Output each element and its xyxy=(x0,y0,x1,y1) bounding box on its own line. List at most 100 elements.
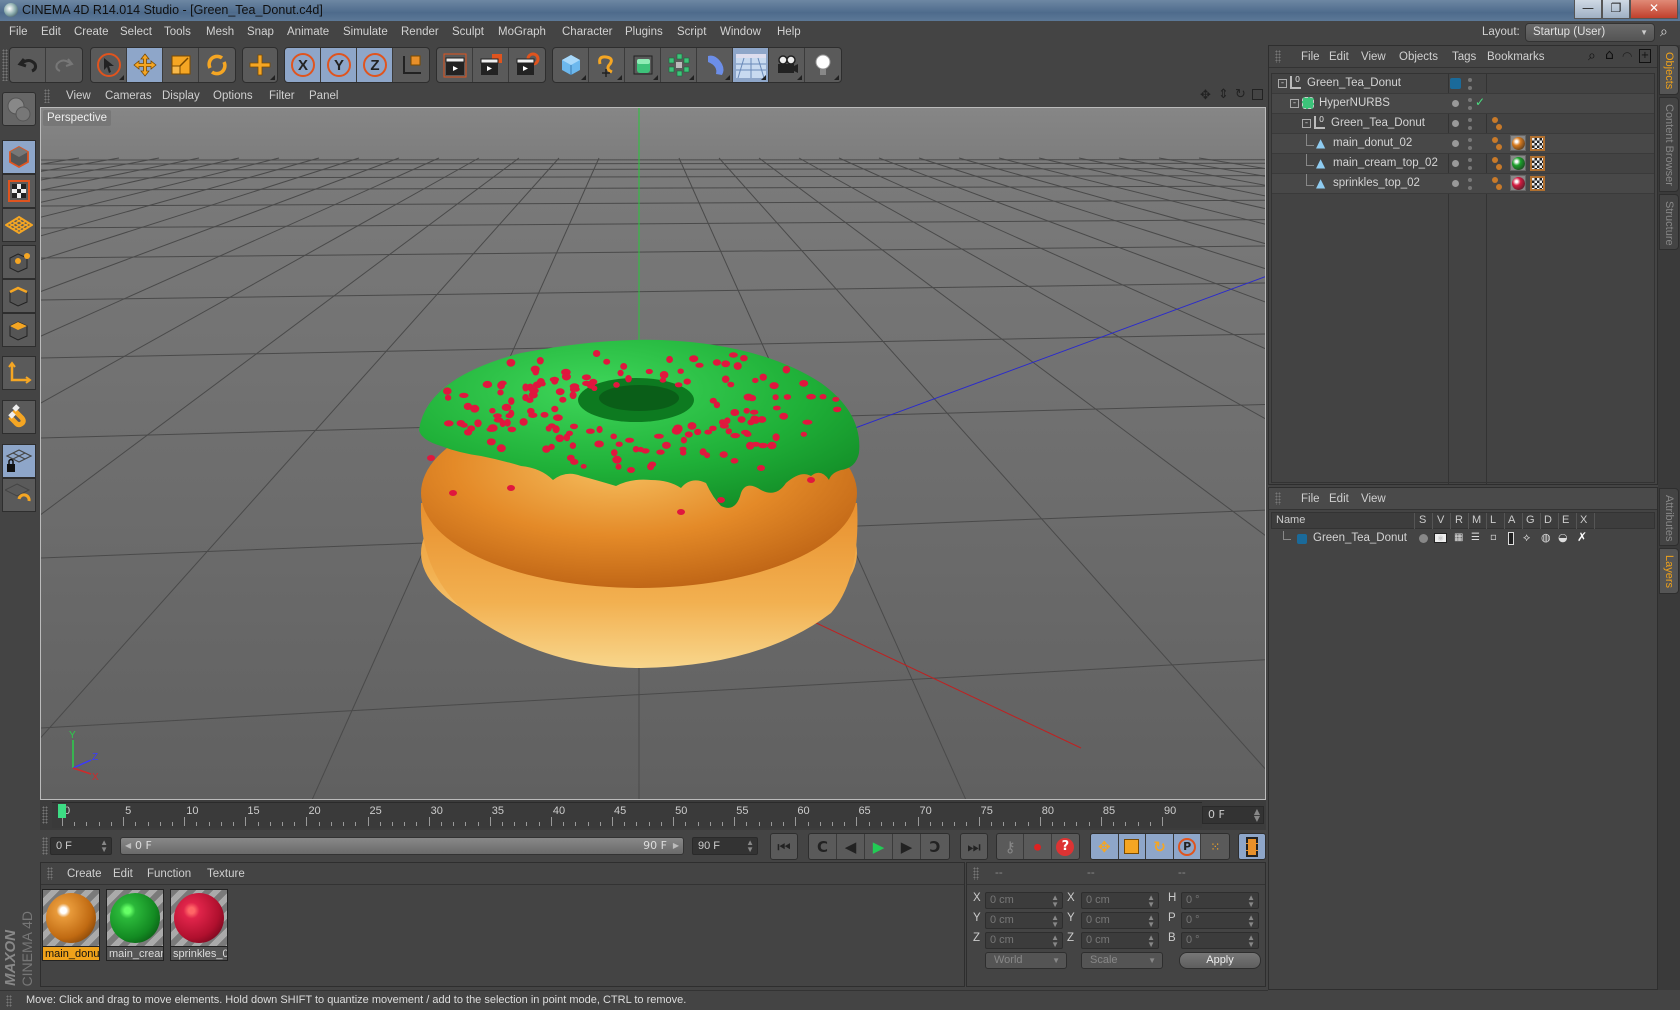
workplane-mode-button[interactable] xyxy=(2,208,36,242)
viewport-menu-cameras[interactable]: Cameras xyxy=(105,90,152,102)
lock-workplane-button[interactable] xyxy=(2,444,36,478)
tab-objects[interactable]: Objects xyxy=(1659,45,1679,95)
object-name[interactable]: main_cream_top_02 xyxy=(1333,157,1438,169)
col-solo[interactable]: S xyxy=(1419,514,1426,526)
col-generators[interactable]: G xyxy=(1526,514,1535,526)
material-menu-function[interactable]: Function xyxy=(147,868,191,880)
visibility-dot[interactable] xyxy=(1452,120,1459,127)
object-row[interactable]: - HyperNURBS ✓ xyxy=(1272,94,1654,114)
editor-visibility-dot[interactable] xyxy=(1468,98,1472,102)
generator-icon[interactable]: ⟡ xyxy=(1523,531,1530,545)
snap-button[interactable] xyxy=(2,400,36,434)
object-row[interactable]: ▲ main_cream_top_02 xyxy=(1272,154,1654,174)
play-button[interactable]: ▶ xyxy=(865,834,893,859)
z-axis-lock-button[interactable]: Z xyxy=(357,48,393,82)
move-button[interactable] xyxy=(127,48,163,82)
size-x-field[interactable]: 0 cm ▲ ▼ xyxy=(1081,892,1159,909)
next-frame-button[interactable]: ▶ xyxy=(893,834,921,859)
spinner-icon[interactable]: ▲ ▼ xyxy=(746,839,754,854)
size-mode-select[interactable]: Scale ▼ xyxy=(1081,952,1163,969)
key-rotation-button[interactable]: ↻ xyxy=(1146,834,1174,859)
lock-icon[interactable]: ▫ xyxy=(1490,532,1497,543)
go-to-end-button[interactable]: ⏭ xyxy=(961,834,987,859)
layer-color-swatch[interactable] xyxy=(1297,534,1307,544)
edges-mode-button[interactable] xyxy=(2,279,36,313)
rot-b-field[interactable]: 0 ° ▲ ▼ xyxy=(1181,932,1259,949)
object-row[interactable]: ▲ sprinkles_top_02 xyxy=(1272,174,1654,194)
viewport-menu-panel[interactable]: Panel xyxy=(309,90,338,102)
pos-z-field[interactable]: 0 cm ▲ ▼ xyxy=(985,932,1063,949)
col-expressions[interactable]: E xyxy=(1562,514,1569,526)
material-tag-icon[interactable] xyxy=(1510,175,1526,191)
search-icon[interactable]: ⌕ xyxy=(1588,48,1596,64)
playhead[interactable] xyxy=(58,804,66,818)
render-settings-button[interactable] xyxy=(509,48,545,82)
go-to-start-button[interactable]: ⏮ xyxy=(771,834,797,859)
subdivision-surface-button[interactable] xyxy=(625,48,661,82)
key-position-button[interactable]: ✥ xyxy=(1091,834,1119,859)
pos-x-field[interactable]: 0 cm ▲ ▼ xyxy=(985,892,1063,909)
toolbar-grip[interactable] xyxy=(2,49,8,81)
search-icon[interactable]: ⌕ xyxy=(1660,24,1668,40)
menu-render[interactable]: Render xyxy=(401,26,439,38)
layout-dropdown[interactable]: Startup (User) ▼ xyxy=(1525,23,1655,42)
tab-structure[interactable]: Structure xyxy=(1659,194,1679,250)
menu-script[interactable]: Script xyxy=(677,26,706,38)
coordinate-space-select[interactable]: World ▼ xyxy=(985,952,1067,969)
close-button[interactable]: ✕ xyxy=(1630,0,1678,19)
editor-visibility-dot[interactable] xyxy=(1468,158,1472,162)
object-name[interactable]: Green_Tea_Donut xyxy=(1307,77,1401,89)
layer-color-swatch[interactable] xyxy=(1450,78,1461,89)
obj-menu-view[interactable]: View xyxy=(1361,51,1386,63)
phong-tag-icon[interactable] xyxy=(1492,177,1502,191)
col-name[interactable]: Name xyxy=(1276,514,1305,526)
dolly-icon[interactable]: ⇕ xyxy=(1218,87,1229,102)
obj-menu-edit[interactable]: Edit xyxy=(1329,51,1349,63)
col-visible[interactable]: V xyxy=(1437,514,1444,526)
collapse-toggle-icon[interactable]: - xyxy=(1278,79,1287,88)
phong-tag-icon[interactable] xyxy=(1492,137,1502,151)
camera-button[interactable] xyxy=(769,48,805,82)
record-active-objects-button[interactable]: ⚷ xyxy=(997,834,1025,859)
spinner-icon[interactable]: ▲ ▼ xyxy=(1147,934,1155,949)
obj-menu-objects[interactable]: Objects xyxy=(1399,51,1438,63)
coordinate-system-button[interactable] xyxy=(393,48,429,82)
render-picture-viewer-button[interactable] xyxy=(473,48,509,82)
expression-cup-icon[interactable]: ◒ xyxy=(1558,531,1568,544)
col-manager[interactable]: M xyxy=(1472,514,1481,526)
render-visibility-dot[interactable] xyxy=(1468,86,1472,90)
spinner-icon[interactable]: ▲ ▼ xyxy=(100,839,108,854)
menu-create[interactable]: Create xyxy=(74,26,109,38)
menu-character[interactable]: Character xyxy=(562,26,613,38)
material-tag-icon[interactable] xyxy=(1510,135,1526,151)
editor-visibility-dot[interactable] xyxy=(1468,138,1472,142)
texture-tag-icon[interactable] xyxy=(1530,156,1545,171)
spinner-icon[interactable]: ▲ ▼ xyxy=(1247,914,1255,929)
spinner-icon[interactable]: ▲ ▼ xyxy=(1051,934,1059,949)
cloner-button[interactable] xyxy=(661,48,697,82)
visibility-dot[interactable] xyxy=(1452,140,1459,147)
viewport-menu-display[interactable]: Display xyxy=(162,90,200,102)
spinner-icon[interactable]: ▲ ▼ xyxy=(1254,808,1260,823)
minimize-button[interactable]: — xyxy=(1574,0,1602,19)
home-icon[interactable]: ⌂ xyxy=(1605,47,1614,63)
floor-button[interactable] xyxy=(733,48,769,82)
deformer-icon[interactable]: ◍ xyxy=(1541,531,1551,544)
material-main-donut[interactable]: main_donu xyxy=(42,889,100,961)
enabled-check-icon[interactable]: ✓ xyxy=(1475,95,1485,109)
object-name[interactable]: sprinkles_top_02 xyxy=(1333,177,1420,189)
menu-window[interactable]: Window xyxy=(720,26,761,38)
menu-mesh[interactable]: Mesh xyxy=(206,26,234,38)
object-name[interactable]: main_donut_02 xyxy=(1333,137,1412,149)
pan-icon[interactable]: ✥ xyxy=(1200,88,1211,103)
spinner-icon[interactable]: ▲ ▼ xyxy=(1147,914,1155,929)
size-z-field[interactable]: 0 cm ▲ ▼ xyxy=(1081,932,1159,949)
size-y-field[interactable]: 0 cm ▲ ▼ xyxy=(1081,912,1159,929)
keyframe-selection-button[interactable]: ? xyxy=(1052,834,1079,859)
spline-button[interactable] xyxy=(589,48,625,82)
start-frame-field[interactable]: 0 F ▲ ▼ xyxy=(50,837,112,855)
render-visibility-dot[interactable] xyxy=(1468,146,1472,150)
render-clapper-icon[interactable]: ▦ xyxy=(1454,532,1463,543)
layer-name[interactable]: Green_Tea_Donut xyxy=(1313,532,1407,544)
col-animation[interactable]: A xyxy=(1508,514,1515,526)
